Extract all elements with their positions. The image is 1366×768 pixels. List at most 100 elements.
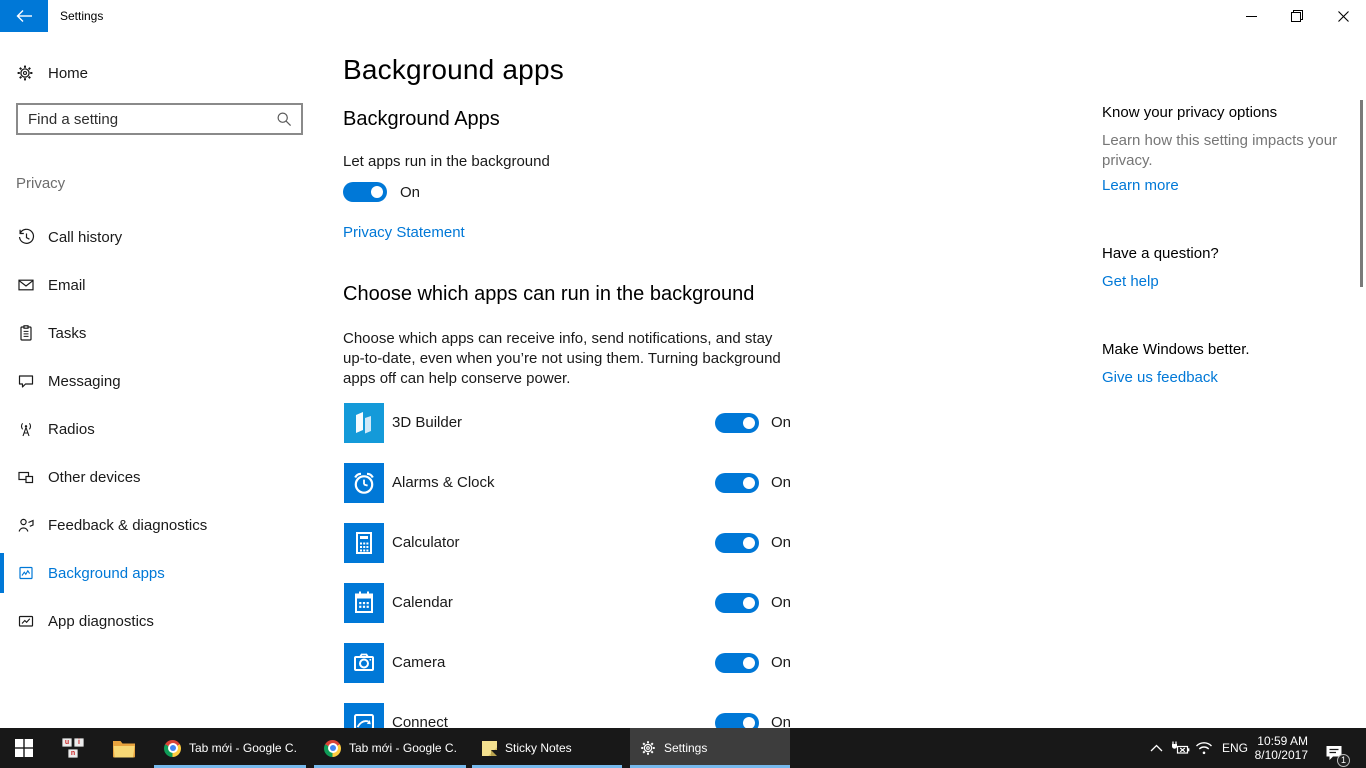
taskbar-task-chrome-1[interactable]: Tab mới - Google C...: [154, 728, 306, 768]
app-row-calendar: Calendar On: [343, 583, 803, 643]
tray-date: 8/10/2017: [1255, 748, 1308, 762]
vertical-scrollbar[interactable]: [1360, 100, 1363, 287]
messaging-icon: [16, 372, 35, 390]
alarms-clock-app-icon: [344, 463, 384, 503]
unikey-keyboard-icon: uin: [62, 738, 86, 759]
section-choose-apps-title: Choose which apps can run in the backgro…: [343, 283, 754, 306]
sidebar-item-label: Tasks: [48, 325, 86, 342]
get-help-link[interactable]: Get help: [1102, 273, 1159, 290]
app-toggle-state: On: [771, 583, 791, 623]
app-row-alarms-clock: Alarms & Clock On: [343, 463, 803, 523]
window-controls: [1228, 0, 1366, 32]
sidebar-item-label: Call history: [48, 229, 122, 246]
app-toggle-state: On: [771, 403, 791, 443]
privacy-options-title: Know your privacy options: [1102, 104, 1277, 121]
sidebar-item-background-apps[interactable]: Background apps: [0, 549, 320, 597]
wifi-icon: [1195, 741, 1213, 755]
sidebar-item-label: App diagnostics: [48, 613, 154, 630]
toggle-knob: [743, 657, 755, 669]
back-arrow-icon: [16, 9, 33, 23]
app-toggle-state: On: [771, 463, 791, 503]
app-row-camera: Camera On: [343, 643, 803, 703]
app-name: Calculator: [392, 523, 460, 563]
language-code: ENG: [1222, 741, 1248, 755]
sidebar-item-email[interactable]: Email: [0, 261, 320, 309]
tray-wifi-button[interactable]: [1192, 728, 1216, 768]
minimize-button[interactable]: [1228, 0, 1274, 32]
app-name: Alarms & Clock: [392, 463, 495, 503]
privacy-options-description: Learn how this setting impacts your priv…: [1102, 131, 1340, 171]
main-content: Background apps Background Apps Let apps…: [343, 32, 903, 728]
3d-builder-app-icon: [344, 403, 384, 443]
app-row-3d-builder: 3D Builder On: [343, 403, 803, 463]
task-label: Sticky Notes: [505, 741, 572, 755]
app-toggle-state: On: [771, 643, 791, 683]
sidebar-item-feedback-diagnostics[interactable]: Feedback & diagnostics: [0, 501, 320, 549]
right-info-panel: Know your privacy options Learn how this…: [1102, 32, 1348, 728]
unikey-input-button[interactable]: uin: [50, 728, 98, 768]
toggle-knob: [743, 477, 755, 489]
calendar-app-icon: [344, 583, 384, 623]
privacy-statement-link[interactable]: Privacy Statement: [343, 224, 465, 241]
sidebar-item-radios[interactable]: Radios: [0, 405, 320, 453]
settings-gear-icon: [640, 740, 656, 756]
toggle-knob: [743, 417, 755, 429]
other-devices-icon: [16, 468, 35, 486]
toggle-knob: [743, 597, 755, 609]
app-toggle-camera[interactable]: [715, 653, 759, 673]
start-button[interactable]: [0, 728, 48, 768]
learn-more-link[interactable]: Learn more: [1102, 177, 1179, 194]
sidebar-item-label: Email: [48, 277, 86, 294]
gear-icon: [16, 64, 34, 82]
back-button[interactable]: [0, 0, 48, 32]
sidebar-item-app-diagnostics[interactable]: App diagnostics: [0, 597, 320, 645]
sidebar-item-call-history[interactable]: Call history: [0, 213, 320, 261]
search-icon: [276, 111, 292, 127]
sidebar-nav: Call history Email Tasks Messaging: [0, 213, 320, 645]
sidebar-item-home[interactable]: Home: [0, 56, 320, 90]
sidebar-item-label: Other devices: [48, 469, 141, 486]
sidebar: Home Privacy Call history Email: [0, 32, 320, 728]
restore-button[interactable]: [1274, 0, 1320, 32]
chevron-up-icon: [1150, 744, 1163, 752]
file-explorer-button[interactable]: [100, 728, 148, 768]
app-toggle-calendar[interactable]: [715, 593, 759, 613]
sidebar-item-messaging[interactable]: Messaging: [0, 357, 320, 405]
app-list: 3D Builder On Alarms & Clock On Calculat…: [343, 403, 803, 763]
app-row-calculator: Calculator On: [343, 523, 803, 583]
taskbar-task-settings[interactable]: Settings: [630, 728, 790, 768]
folder-icon: [112, 739, 136, 758]
call-history-icon: [16, 228, 35, 246]
sidebar-item-label: Radios: [48, 421, 95, 438]
app-toggle-calculator[interactable]: [715, 533, 759, 553]
search-input[interactable]: [18, 111, 276, 128]
sidebar-item-other-devices[interactable]: Other devices: [0, 453, 320, 501]
master-toggle-state: On: [400, 184, 420, 201]
task-label: Tab mới - Google C...: [349, 741, 456, 755]
tray-time: 10:59 AM: [1257, 734, 1308, 748]
tray-language-indicator[interactable]: ENG: [1218, 728, 1252, 768]
sidebar-item-label: Feedback & diagnostics: [48, 517, 207, 534]
master-toggle[interactable]: [343, 182, 387, 202]
taskbar-task-chrome-2[interactable]: Tab mới - Google C...: [314, 728, 466, 768]
email-icon: [16, 276, 35, 294]
chrome-icon: [324, 740, 341, 757]
master-toggle-label: Let apps run in the background: [343, 153, 550, 170]
have-a-question-title: Have a question?: [1102, 245, 1219, 262]
tray-power-status-button[interactable]: [1168, 728, 1192, 768]
action-center-button[interactable]: 1: [1314, 728, 1354, 768]
calculator-app-icon: [344, 523, 384, 563]
give-us-feedback-link[interactable]: Give us feedback: [1102, 369, 1218, 386]
settings-window: Settings Home Privacy: [0, 0, 1366, 768]
privacy-section-label: Privacy: [16, 175, 65, 192]
taskbar: uin Tab mới - Google C... Tab mới - Goog…: [0, 728, 1366, 768]
close-button[interactable]: [1320, 0, 1366, 32]
feedback-diagnostics-icon: [16, 516, 35, 534]
taskbar-task-sticky-notes[interactable]: Sticky Notes: [472, 728, 622, 768]
tray-clock[interactable]: 10:59 AM 8/10/2017: [1252, 728, 1308, 768]
tray-show-hidden-icons-button[interactable]: [1144, 728, 1168, 768]
sidebar-item-tasks[interactable]: Tasks: [0, 309, 320, 357]
make-windows-better-title: Make Windows better.: [1102, 341, 1250, 358]
app-toggle-alarms-clock[interactable]: [715, 473, 759, 493]
app-toggle-3d-builder[interactable]: [715, 413, 759, 433]
